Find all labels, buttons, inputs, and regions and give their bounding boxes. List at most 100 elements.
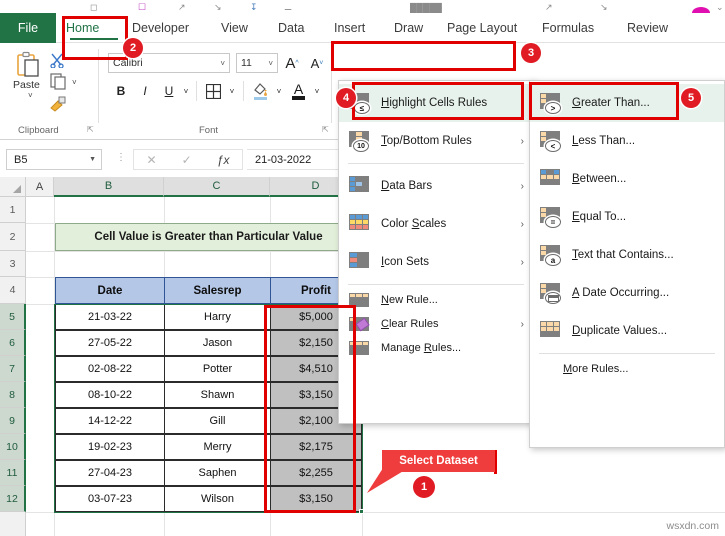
cell-date-1[interactable]: 21-03-22 [55, 304, 165, 330]
cell-profit-6[interactable]: $2,175 [270, 434, 362, 460]
menu-item-color-scales[interactable]: Color Scales › [339, 205, 533, 243]
font-dialog-launcher-icon[interactable]: ⇱ [322, 125, 329, 134]
enter-icon[interactable]: ✓ [182, 153, 192, 167]
font-size-combo[interactable]: 11 ˅ [236, 53, 278, 73]
font-color-icon[interactable]: A [288, 79, 308, 102]
menu-item-highlight-cells-rules[interactable]: ≤ Highlight Cells Rules › [339, 84, 533, 122]
menu-item-new-rule[interactable]: New Rule... [339, 288, 533, 312]
increase-font-size-icon[interactable]: A ^ [282, 53, 302, 73]
menu-item-icon-sets[interactable]: Icon Sets › [339, 243, 533, 281]
chevron-right-icon: › [520, 218, 524, 230]
bold-button[interactable]: B [112, 81, 130, 101]
row-header-9[interactable]: 9 [0, 408, 26, 434]
row-header-5[interactable]: 5 [0, 304, 26, 330]
name-box[interactable]: B5 ▼ [6, 149, 102, 170]
greater-than-icon: > [539, 93, 563, 114]
cell-date-2[interactable]: 27-05-22 [55, 330, 165, 356]
italic-button[interactable]: I [136, 81, 154, 101]
borders-dropdown-chevron-icon[interactable]: ˅ [226, 83, 238, 99]
tab-file[interactable]: File [0, 13, 56, 43]
tab-data[interactable]: Data [278, 13, 316, 43]
chevron-down-icon: ˅ [268, 58, 273, 68]
cell-date-8[interactable]: 03-07-23 [55, 486, 165, 512]
text-that-contains-icon: a [539, 245, 563, 266]
cell-date-3[interactable]: 02-08-22 [55, 356, 165, 382]
formula-bar-grip[interactable]: ⋮ [116, 153, 126, 163]
cell-salesrep-7[interactable]: Saphen [164, 460, 271, 486]
submenu-item-more-rules[interactable]: More Rules... [530, 357, 724, 381]
font-name-value: Calibri [113, 57, 143, 69]
tab-developer[interactable]: Developer [132, 13, 206, 43]
row-header-12[interactable]: 12 [0, 486, 26, 512]
copy-icon[interactable] [50, 73, 68, 95]
decrease-font-size-icon[interactable]: A ˅ [307, 53, 327, 73]
borders-icon[interactable] [203, 81, 223, 101]
row-header-6[interactable]: 6 [0, 330, 26, 356]
select-all-corner[interactable] [0, 177, 26, 197]
cell-salesrep-2[interactable]: Jason [164, 330, 271, 356]
menu-item-data-bars[interactable]: Data Bars › [339, 167, 533, 205]
cell-date-4[interactable]: 08-10-22 [55, 382, 165, 408]
cell-salesrep-8[interactable]: Wilson [164, 486, 271, 512]
cancel-icon[interactable]: ✕ [147, 153, 157, 167]
menu-label: Less Than... [572, 135, 636, 147]
tab-review[interactable]: Review [627, 13, 683, 43]
submenu-item-duplicate-values[interactable]: Duplicate Values... [530, 312, 724, 350]
row-header-8[interactable]: 8 [0, 382, 26, 408]
tab-page-layout[interactable]: Page Layout [447, 13, 525, 43]
submenu-item-less-than[interactable]: < Less Than... [530, 122, 724, 160]
cell-salesrep-6[interactable]: Merry [164, 434, 271, 460]
tab-insert[interactable]: Insert [334, 13, 376, 43]
row-header-1[interactable]: 1 [0, 197, 26, 223]
cell-profit-7[interactable]: $2,255 [270, 460, 362, 486]
formula-bar-buttons: ✕ ✓ ƒx [133, 149, 243, 170]
column-header-A[interactable]: A [26, 177, 54, 197]
underline-button[interactable]: U [160, 81, 178, 101]
row-header-3[interactable]: 3 [0, 251, 26, 277]
paste-dropdown-chevron-icon[interactable]: ˅ [28, 91, 33, 100]
column-header-B[interactable]: B [54, 177, 164, 197]
cell-salesrep-5[interactable]: Gill [164, 408, 271, 434]
submenu-item-a-date-occurring[interactable]: A Date Occurring... [530, 274, 724, 312]
clipboard-dialog-launcher-icon[interactable]: ⇱ [87, 125, 94, 134]
color-scales-icon [348, 214, 372, 234]
cell-salesrep-3[interactable]: Potter [164, 356, 271, 382]
cell-date-7[interactable]: 27-04-23 [55, 460, 165, 486]
menu-item-clear-rules[interactable]: Clear Rules › [339, 312, 533, 336]
cell-date-6[interactable]: 19-02-23 [55, 434, 165, 460]
ribbon-tab-bar: File Home Developer View Data Insert Dra… [0, 13, 725, 43]
underline-dropdown-chevron-icon[interactable]: ˅ [180, 83, 192, 99]
row-header-10[interactable]: 10 [0, 434, 26, 460]
cell-profit-8[interactable]: $3,150 [270, 486, 362, 512]
row-header-4[interactable]: 4 [0, 277, 26, 304]
tab-home[interactable]: Home [66, 13, 122, 43]
highlight-cells-rules-submenu: > Greater Than... < Less Than... Between… [529, 80, 725, 448]
fill-color-icon[interactable] [250, 80, 270, 102]
tab-view[interactable]: View [221, 13, 261, 43]
menu-item-manage-rules[interactable]: Manage Rules... [339, 336, 533, 360]
tab-formulas[interactable]: Formulas [542, 13, 604, 43]
tab-draw[interactable]: Draw [394, 13, 432, 43]
conditional-formatting-menu: ≤ Highlight Cells Rules › 10 Top/Bottom … [338, 80, 534, 424]
copy-dropdown-chevron-icon[interactable]: ˅ [72, 78, 77, 87]
row-header-2[interactable]: 2 [0, 223, 26, 251]
paste-label[interactable]: Paste [13, 79, 40, 91]
cell-salesrep-1[interactable]: Harry [164, 304, 271, 330]
insert-function-icon[interactable]: ƒx [217, 153, 230, 167]
menu-item-top-bottom-rules[interactable]: 10 Top/Bottom Rules › [339, 122, 533, 160]
submenu-item-text-that-contains[interactable]: a Text that Contains... [530, 236, 724, 274]
column-header-C[interactable]: C [164, 177, 270, 197]
row-header-7[interactable]: 7 [0, 356, 26, 382]
chevron-right-icon: › [520, 97, 524, 109]
cell-date-5[interactable]: 14-12-22 [55, 408, 165, 434]
format-painter-icon[interactable] [49, 96, 67, 117]
submenu-item-equal-to[interactable]: = Equal To... [530, 198, 724, 236]
paste-icon[interactable] [16, 51, 40, 77]
font-color-dropdown-chevron-icon[interactable]: ˅ [311, 83, 323, 99]
menu-divider [348, 163, 524, 164]
row-header-11[interactable]: 11 [0, 460, 26, 486]
cut-icon[interactable] [49, 52, 65, 73]
cell-salesrep-4[interactable]: Shawn [164, 382, 271, 408]
fill-color-dropdown-chevron-icon[interactable]: ˅ [273, 83, 285, 99]
submenu-item-between[interactable]: Between... [530, 160, 724, 198]
